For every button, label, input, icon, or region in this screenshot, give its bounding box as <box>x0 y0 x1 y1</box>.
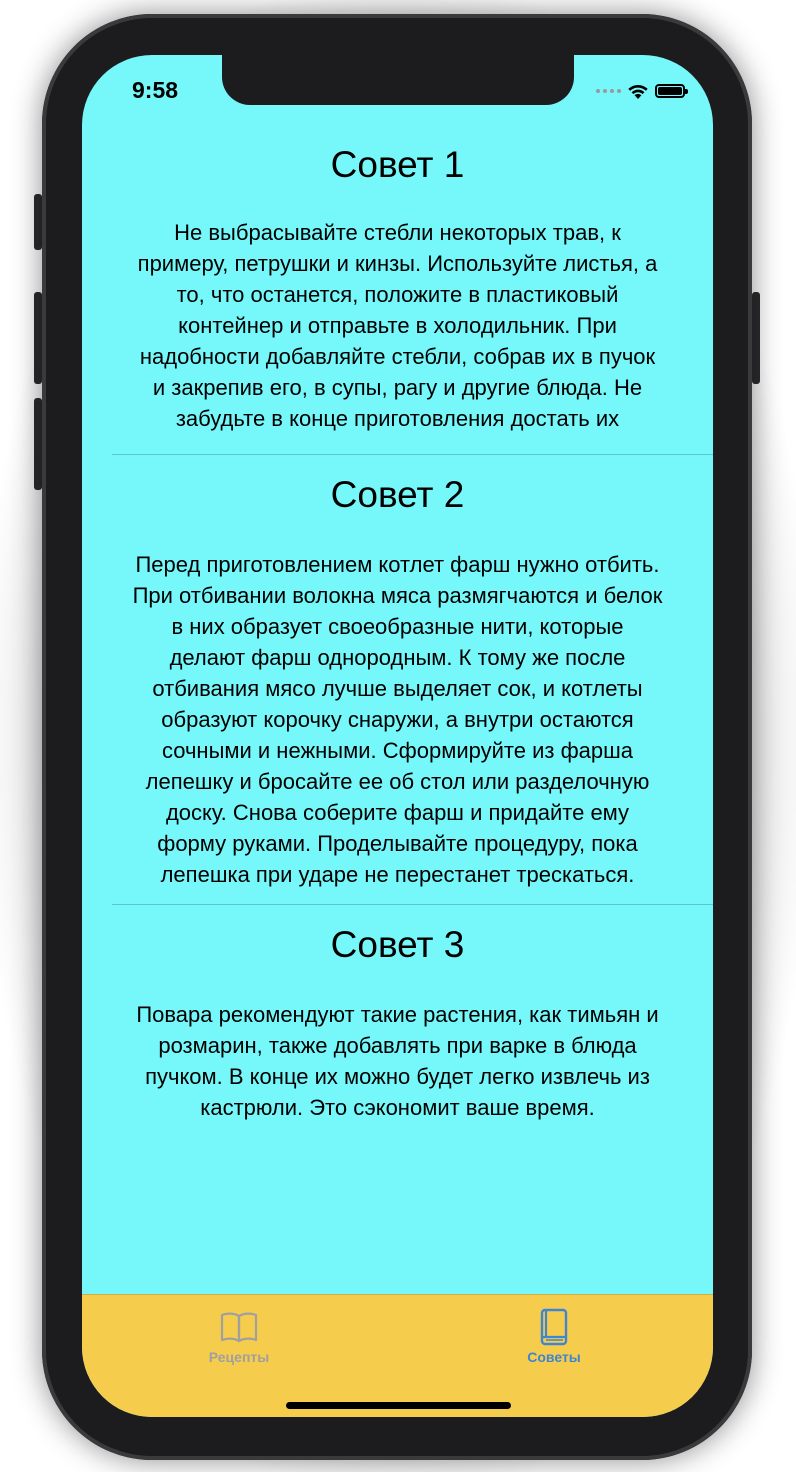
cell-separator <box>112 454 713 455</box>
tip-cell: Совет 3 Повара рекомендуют такие растени… <box>112 915 713 1123</box>
tab-label: Рецепты <box>208 1349 270 1365</box>
tip-cell: Совет 2 Перед приготовлением котлет фарш… <box>112 465 713 905</box>
power-button <box>752 292 760 384</box>
tab-bar: Рецепты Советы <box>82 1294 713 1417</box>
tip-body: Не выбрасывайте стебли некоторых трав, к… <box>137 220 658 431</box>
tip-title: Совет 1 <box>330 144 465 185</box>
cell-separator <box>112 904 713 905</box>
tip-cell: Совет 1 Не выбрасывайте стебли некоторых… <box>112 135 713 455</box>
closed-book-icon <box>540 1308 568 1346</box>
open-book-icon <box>220 1312 258 1343</box>
tab-recipes[interactable]: Рецепты <box>159 1307 319 1365</box>
status-icons <box>596 81 688 101</box>
volume-up-button <box>34 292 42 384</box>
tip-title: Совет 3 <box>330 924 465 965</box>
battery-icon <box>655 84 688 98</box>
app-screen: 9:58 Совет 1 Не выбрасывайте стебли неко… <box>82 55 713 1417</box>
wifi-icon <box>628 84 648 99</box>
tip-body: Повара рекомендуют такие растения, как т… <box>136 1002 659 1120</box>
volume-down-button <box>34 398 42 490</box>
tab-label: Советы <box>527 1349 581 1365</box>
tips-list[interactable]: Совет 1 Не выбрасывайте стебли некоторых… <box>82 135 713 1294</box>
home-indicator[interactable] <box>286 1402 511 1409</box>
tip-title: Совет 2 <box>330 474 465 515</box>
silent-switch <box>34 194 42 250</box>
tab-tips[interactable]: Советы <box>474 1307 634 1365</box>
tip-body: Перед приготовлением котлет фарш нужно о… <box>132 552 663 887</box>
cellular-signal-icon <box>596 89 621 93</box>
status-time: 9:58 <box>132 77 179 103</box>
notch <box>222 55 574 105</box>
